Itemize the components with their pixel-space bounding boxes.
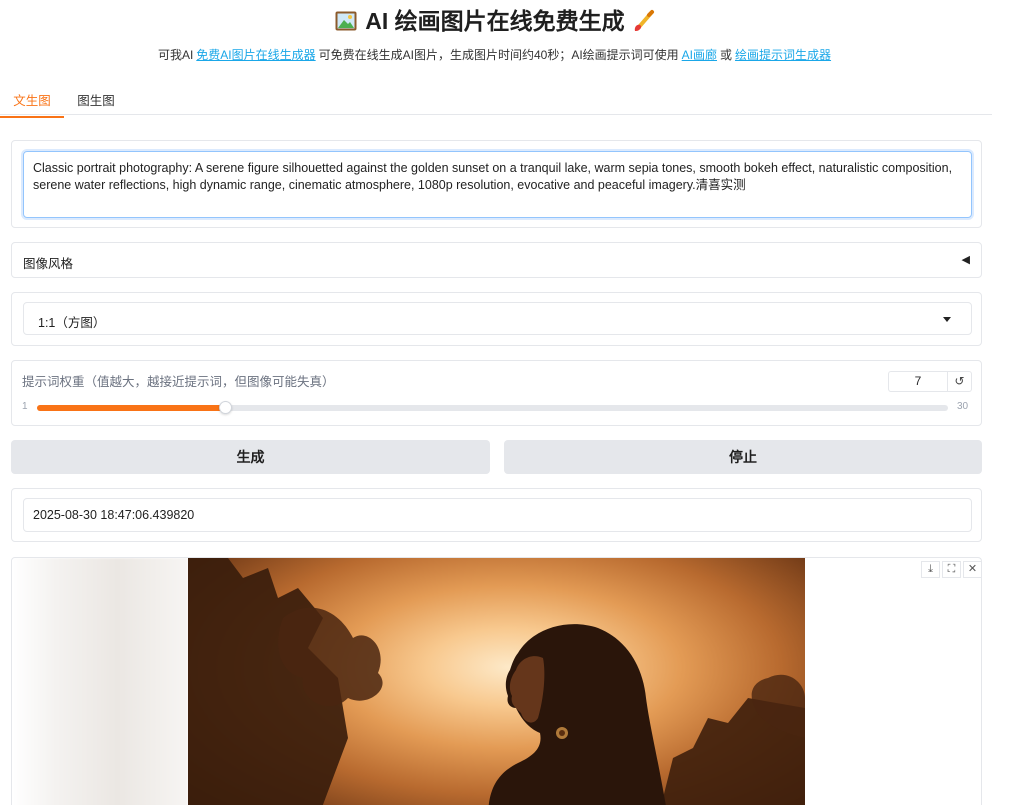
- slider-fill: [37, 405, 226, 411]
- reset-icon[interactable]: ↺: [948, 371, 972, 392]
- title-text: AI 绘画图片在线免费生成: [365, 8, 625, 34]
- download-icon[interactable]: ⤓: [921, 561, 940, 578]
- style-accordion[interactable]: 图像风格 ◀: [11, 242, 982, 278]
- timestamp-field[interactable]: 2025-08-30 18:47:06.439820: [23, 498, 972, 532]
- subtitle: 可我AI 免费AI图片在线生成器 可免费在线生成AI图片，生成图片时间约40秒；AI…: [0, 46, 992, 63]
- paintbrush-icon: [634, 10, 654, 31]
- style-accordion-label: 图像风格: [23, 257, 74, 271]
- subtitle-prefix: 可我AI: [157, 48, 194, 62]
- fullscreen-icon[interactable]: ⛶: [942, 561, 961, 578]
- tab-bar: 文生图 图生图: [0, 86, 992, 118]
- prompt-textarea[interactable]: Classic portrait photography: A serene f…: [23, 151, 972, 218]
- slider-min-label: 1: [22, 401, 28, 412]
- guidance-slider[interactable]: [37, 401, 948, 414]
- slider-handle[interactable]: [219, 401, 233, 414]
- chevron-down-icon: [943, 317, 951, 322]
- guidance-panel: 提示词权重（值越大，越接近提示词，但图像可能失真） 7 ↺ 1 30: [11, 360, 982, 426]
- subtitle-or: 或: [720, 48, 733, 62]
- picture-icon: [335, 11, 357, 31]
- collapse-arrow-icon[interactable]: ◀: [962, 253, 970, 266]
- page-title: AI 绘画图片在线免费生成: [0, 6, 992, 36]
- subtitle-middle: 可免费在线生成AI图片，生成图片时间约40秒；AI绘画提示词可使用: [318, 48, 679, 62]
- aspect-ratio-select[interactable]: 1:1（方图）: [23, 302, 972, 335]
- timestamp-panel: 2025-08-30 18:47:06.439820: [11, 488, 982, 542]
- ai-image-generator-link[interactable]: 免费AI图片在线生成器: [196, 48, 315, 62]
- guidance-label: 提示词权重（值越大，越接近提示词，但图像可能失真）: [22, 375, 335, 389]
- generated-image[interactable]: [188, 558, 805, 805]
- aspect-ratio-value: 1:1（方图）: [38, 316, 106, 330]
- generate-button[interactable]: 生成: [11, 440, 490, 474]
- aspect-panel: 1:1（方图）: [11, 292, 982, 346]
- prompt-panel: Classic portrait photography: A serene f…: [11, 140, 982, 228]
- output-image-panel: ⤓ ⛶ ✕: [11, 557, 982, 805]
- guidance-number-input[interactable]: 7: [888, 371, 948, 392]
- ai-gallery-link[interactable]: AI画廊: [682, 48, 717, 62]
- tab-image-to-image[interactable]: 图生图: [64, 90, 128, 116]
- stop-button[interactable]: 停止: [504, 440, 982, 474]
- tab-text-to-image[interactable]: 文生图: [0, 90, 64, 118]
- slider-max-label: 30: [957, 401, 969, 412]
- portrait-silhouette: [188, 558, 805, 805]
- close-icon[interactable]: ✕: [963, 561, 981, 578]
- image-blur-background: [12, 558, 188, 805]
- prompt-generator-link[interactable]: 绘画提示词生成器: [735, 48, 831, 62]
